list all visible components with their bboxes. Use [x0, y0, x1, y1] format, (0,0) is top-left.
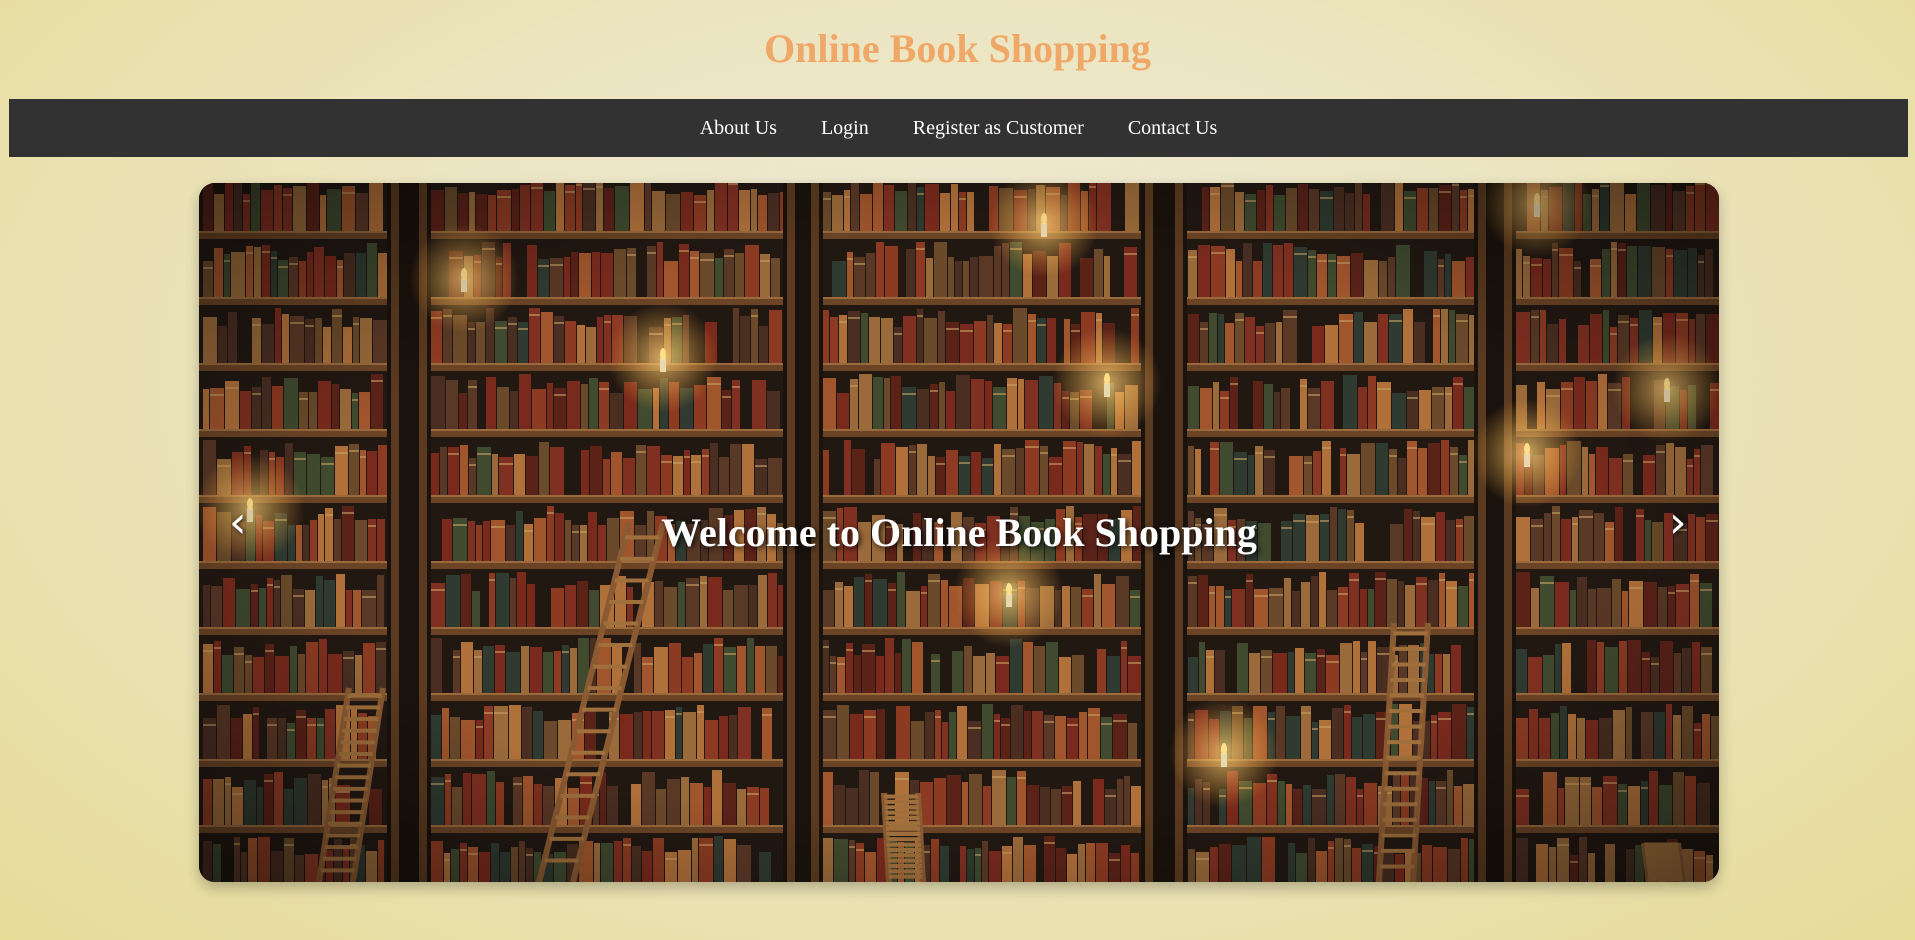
nav-register-customer[interactable]: Register as Customer [913, 117, 1084, 140]
carousel-next-icon[interactable]: › [1669, 498, 1687, 548]
main-navbar: About Us Login Register as Customer Cont… [9, 99, 1908, 157]
nav-about-us[interactable]: About Us [700, 117, 777, 140]
nav-contact-us[interactable]: Contact Us [1128, 117, 1217, 140]
hero-caption: Welcome to Online Book Shopping [661, 510, 1257, 555]
nav-login[interactable]: Login [821, 117, 869, 140]
site-title: Online Book Shopping [764, 26, 1151, 71]
hero-carousel: Welcome to Online Book Shopping ‹ › [199, 183, 1719, 882]
carousel-prev-icon[interactable]: ‹ [229, 498, 247, 548]
